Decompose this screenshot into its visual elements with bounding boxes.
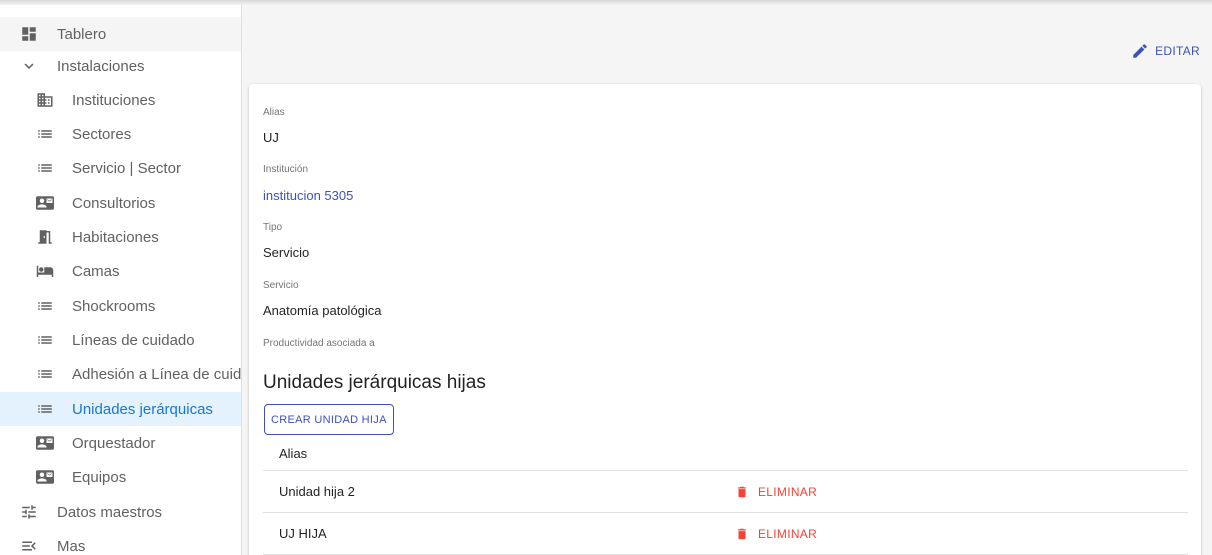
sidebar-item-mas[interactable]: Mas xyxy=(0,529,241,555)
trash-icon xyxy=(735,526,749,542)
section-title: Unidades jerárquicas hijas xyxy=(263,372,486,393)
sidebar-item-label: Instituciones xyxy=(72,91,156,109)
field-label-institucion: Institución xyxy=(263,164,309,175)
list-icon xyxy=(35,331,55,349)
sidebar-item-label: Sectores xyxy=(72,125,132,143)
pencil-icon xyxy=(1131,42,1149,60)
create-child-unit-button[interactable]: CREAR UNIDAD HIJA xyxy=(264,404,394,435)
edit-button[interactable]: EDITAR xyxy=(1131,42,1200,60)
bed-icon xyxy=(35,262,55,280)
delete-button[interactable]: ELIMINAR xyxy=(735,484,817,500)
delete-label: ELIMINAR xyxy=(758,526,818,541)
sidebar-item-lineas-de-cuidado[interactable]: Líneas de cuidado xyxy=(0,323,241,357)
sidebar-item-label: Tablero xyxy=(57,25,107,43)
field-label-alias: Alias xyxy=(263,107,285,118)
row-alias: Unidad hija 2 xyxy=(279,484,355,499)
sidebar-item-label: Datos maestros xyxy=(57,503,163,521)
sidebar-item-adhesion-linea-de-cuidado[interactable]: Adhesión a Línea de cuidado xyxy=(0,357,242,391)
top-shadow xyxy=(0,0,1212,5)
field-label-servicio: Servicio xyxy=(263,280,299,291)
contact-mail-icon xyxy=(35,194,55,212)
field-label-productividad: Productividad asociada a xyxy=(263,338,375,349)
sidebar-item-label: Unidades jerárquicas xyxy=(72,400,213,418)
list-icon xyxy=(35,125,55,143)
sidebar: Tablero Instalaciones Instituciones Sect… xyxy=(0,0,242,555)
door-icon xyxy=(35,228,55,246)
institucion-link[interactable]: institucion 5305 xyxy=(263,188,353,203)
edit-label: EDITAR xyxy=(1155,44,1200,58)
tune-icon xyxy=(20,503,38,521)
menu-open-icon xyxy=(20,537,38,555)
domain-icon xyxy=(35,91,55,109)
sidebar-item-label: Líneas de cuidado xyxy=(72,331,195,349)
sidebar-item-consultorios[interactable]: Consultorios xyxy=(0,186,241,220)
delete-label: ELIMINAR xyxy=(758,484,818,499)
sidebar-item-datos-maestros[interactable]: Datos maestros xyxy=(0,495,241,529)
table-row: UJ HIJA ELIMINAR xyxy=(263,513,1188,555)
sidebar-item-camas[interactable]: Camas xyxy=(0,254,241,288)
list-icon xyxy=(35,159,55,177)
sidebar-item-habitaciones[interactable]: Habitaciones xyxy=(0,220,241,254)
field-label-tipo: Tipo xyxy=(263,222,283,233)
sidebar-item-instalaciones[interactable]: Instalaciones xyxy=(0,49,241,83)
sidebar-item-sectores[interactable]: Sectores xyxy=(0,117,241,151)
sidebar-item-servicio-sector[interactable]: Servicio | Sector xyxy=(0,151,241,185)
sidebar-item-label: Mas xyxy=(57,537,86,555)
sidebar-item-equipos[interactable]: Equipos xyxy=(0,460,241,494)
chevron-down-icon xyxy=(20,57,38,75)
list-icon xyxy=(35,365,55,383)
main-content: EDITAR Alias UJ Institución institucion … xyxy=(243,0,1212,555)
sidebar-item-label: Equipos xyxy=(72,468,127,486)
sidebar-item-label: Adhesión a Línea de cuidado xyxy=(72,365,242,383)
trash-icon xyxy=(735,484,749,500)
contact-mail-icon xyxy=(35,468,55,486)
field-value-alias: UJ xyxy=(263,130,279,145)
delete-button[interactable]: ELIMINAR xyxy=(735,526,817,542)
contact-mail-icon xyxy=(35,434,55,452)
sidebar-item-label: Servicio | Sector xyxy=(72,159,181,177)
field-value-tipo: Servicio xyxy=(263,245,310,260)
sidebar-item-orquestador[interactable]: Orquestador xyxy=(0,426,241,460)
sidebar-item-label: Shockrooms xyxy=(72,297,156,315)
sidebar-item-label: Habitaciones xyxy=(72,228,159,246)
list-icon xyxy=(35,297,55,315)
sidebar-item-instituciones[interactable]: Instituciones xyxy=(0,83,241,117)
dashboard-icon xyxy=(20,25,38,43)
list-icon xyxy=(35,400,55,418)
table-header-alias: Alias xyxy=(263,436,1188,471)
field-value-servicio: Anatomía patológica xyxy=(263,303,382,318)
row-alias: UJ HIJA xyxy=(279,526,327,541)
sidebar-item-tablero[interactable]: Tablero xyxy=(0,17,241,51)
sidebar-item-label: Instalaciones xyxy=(57,57,145,75)
sidebar-item-label: Orquestador xyxy=(72,434,156,452)
child-units-table: Alias Unidad hija 2 ELIMINAR UJ HIJA ELI… xyxy=(263,436,1188,555)
sidebar-item-unidades-jerarquicas[interactable]: Unidades jerárquicas xyxy=(0,392,241,426)
sidebar-item-label: Consultorios xyxy=(72,194,156,212)
table-row: Unidad hija 2 ELIMINAR xyxy=(263,471,1188,513)
sidebar-item-label: Camas xyxy=(72,262,120,280)
detail-card: Alias UJ Institución institucion 5305 Ti… xyxy=(249,84,1201,555)
sidebar-item-shockrooms[interactable]: Shockrooms xyxy=(0,289,241,323)
